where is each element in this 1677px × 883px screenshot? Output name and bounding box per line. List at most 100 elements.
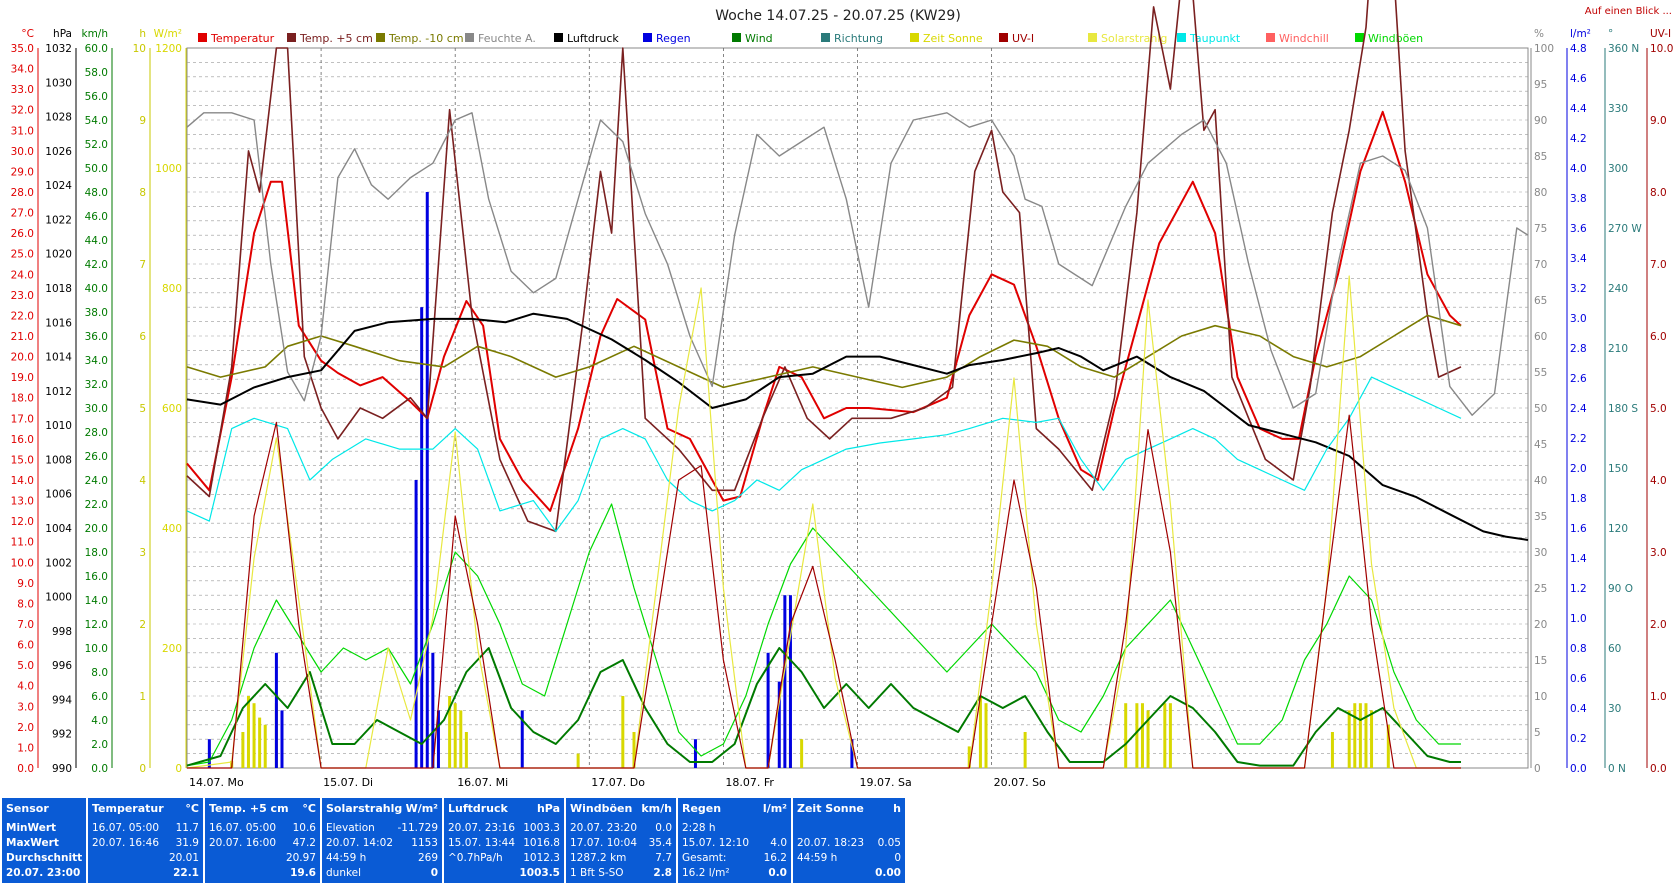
stats-row: 2:28 h [682,822,787,836]
humidity-tick: 25 [1534,583,1547,595]
pressure-tick: 1024 [45,180,72,192]
stats-header: Regen [682,802,722,815]
stats-unit: l/m² [762,802,787,815]
stats-label: Gesamt: [682,852,727,864]
temp-tick: 23.0 [11,290,34,302]
wind-tick: 38.0 [85,307,108,319]
humidity-tick: 50 [1534,403,1547,415]
stats-row: 20.07. 23:16 1003.3 [448,822,560,836]
rain-tick: 1.0 [1570,613,1587,625]
legend-label: Wind [745,32,773,45]
stats-row: 20.07. 23:20 0.0 [570,822,672,836]
wind-tick: 6.0 [91,691,108,703]
pressure-tick: 990 [52,763,72,775]
rain-tick: 1.6 [1570,523,1587,535]
pressure-tick: 1012 [45,386,72,398]
rain-tick: 4.8 [1570,43,1587,55]
legend-swatch [910,33,919,42]
solar-tick: 800 [162,283,182,295]
legend-swatch [821,33,830,42]
stats-unit: hPa [536,802,560,815]
solar-tick: 400 [162,523,182,535]
stats-unit: km/h [641,802,672,815]
direction-tick: 210 [1608,343,1628,355]
stats-header: Zeit Sonne [797,802,864,815]
rain-tick: 3.0 [1570,313,1587,325]
humidity-tick: 70 [1534,259,1547,271]
temp-tick: 28.0 [11,187,34,199]
rain-tick: 1.4 [1570,553,1587,565]
stats-value: 16.2 [763,852,787,864]
stats-row: 20.97 [209,852,316,866]
stats-label: 20.07. 23:16 [448,822,515,834]
stats-header: Luftdruck [448,802,508,815]
stats-label: 20.07. 18:23 [797,837,864,849]
legend-label: Windchill [1279,32,1329,45]
stats-value: 19.6 [290,867,316,879]
stats-value: 11.7 [175,822,199,834]
wind-tick: 22.0 [85,499,108,511]
stats-value: -11.729 [397,822,438,834]
stats-value: 10.6 [292,822,316,834]
temp-tick: 17.0 [11,413,34,425]
rain-bar [280,710,284,768]
wind-tick: 16.0 [85,571,108,583]
direction-axis-unit: ° [1608,28,1613,40]
stats-header: Temp. +5 cm [209,802,289,815]
wind-tick: 60.0 [85,43,108,55]
stats-label: 15.07. 12:10 [682,837,749,849]
sun-bar [576,753,580,768]
sun-bar [258,717,262,768]
temp-tick: 14.0 [11,475,34,487]
wind-tick: 20.0 [85,523,108,535]
humidity-axis-unit: % [1534,28,1544,40]
sun-bar [800,739,804,768]
stats-header: Windböen [570,802,633,815]
stats-value: 1153 [411,837,438,849]
rain-bar [783,595,787,768]
legend: Temperatur Temp. +5 cm Temp. -10 cm Feuchte… [198,32,1423,45]
stats-row: 16.07. 05:00 11.7 [92,822,199,836]
wind-tick: 14.0 [85,595,108,607]
temp-tick: 35.0 [11,43,34,55]
stats-value: 2.8 [653,867,672,879]
sun-bar [1330,732,1334,768]
stats-gust: Windböen km/h 20.07. 23:20 0.0 17.07. 10:04 3… [566,798,676,883]
legend-label: Richtung [834,32,883,45]
sun-bar [1347,710,1351,768]
stats-value: 1016.8 [523,837,560,849]
wind-tick: 56.0 [85,91,108,103]
direction-tick: 0 N [1608,763,1626,775]
uv-tick: 1.0 [1650,691,1667,703]
sun-bar [1135,703,1139,768]
day-label: 18.07. Fr [725,776,774,789]
legend-swatch [1088,33,1097,42]
legend-swatch [999,33,1008,42]
rain-tick: 0.6 [1570,673,1587,685]
stats-row: 44:59 h 269 [326,852,438,866]
rain-axis-unit: l/m² [1570,28,1591,40]
wind-tick: 32.0 [85,379,108,391]
wind-tick: 48.0 [85,187,108,199]
wind-tick: 8.0 [91,667,108,679]
sun-bar [459,710,463,768]
wind-tick: 50.0 [85,163,108,175]
pressure-tick: 1010 [45,420,72,432]
direction-tick: 150 [1608,463,1628,475]
sun-bar [1168,703,1172,768]
sun-hours-tick: 1 [139,691,146,703]
stats-solar: Solarstrahlg W/m² Elevation -11.729 20.07. 1… [322,798,442,883]
stats-label: 1287.2 km [570,852,627,864]
temp-tick: 7.0 [17,619,34,631]
rain-bar [425,192,429,768]
stats-row: 16.2 l/m² 0.0 [682,867,787,881]
direction-tick: 60 [1608,643,1621,655]
pressure-tick: 1002 [45,557,72,569]
stats-label: Elevation [326,822,375,834]
overview-link[interactable]: Auf einen Blick ... [1585,6,1672,17]
stats-temp5: Temp. +5 cm °C 16.07. 05:00 10.6 20.07. 16:0… [205,798,320,883]
legend-label: Temp. +5 cm [299,32,373,45]
legend-label: Zeit Sonne [923,32,983,45]
rain-tick: 4.2 [1570,133,1587,145]
stats-unit: °C [185,802,199,815]
